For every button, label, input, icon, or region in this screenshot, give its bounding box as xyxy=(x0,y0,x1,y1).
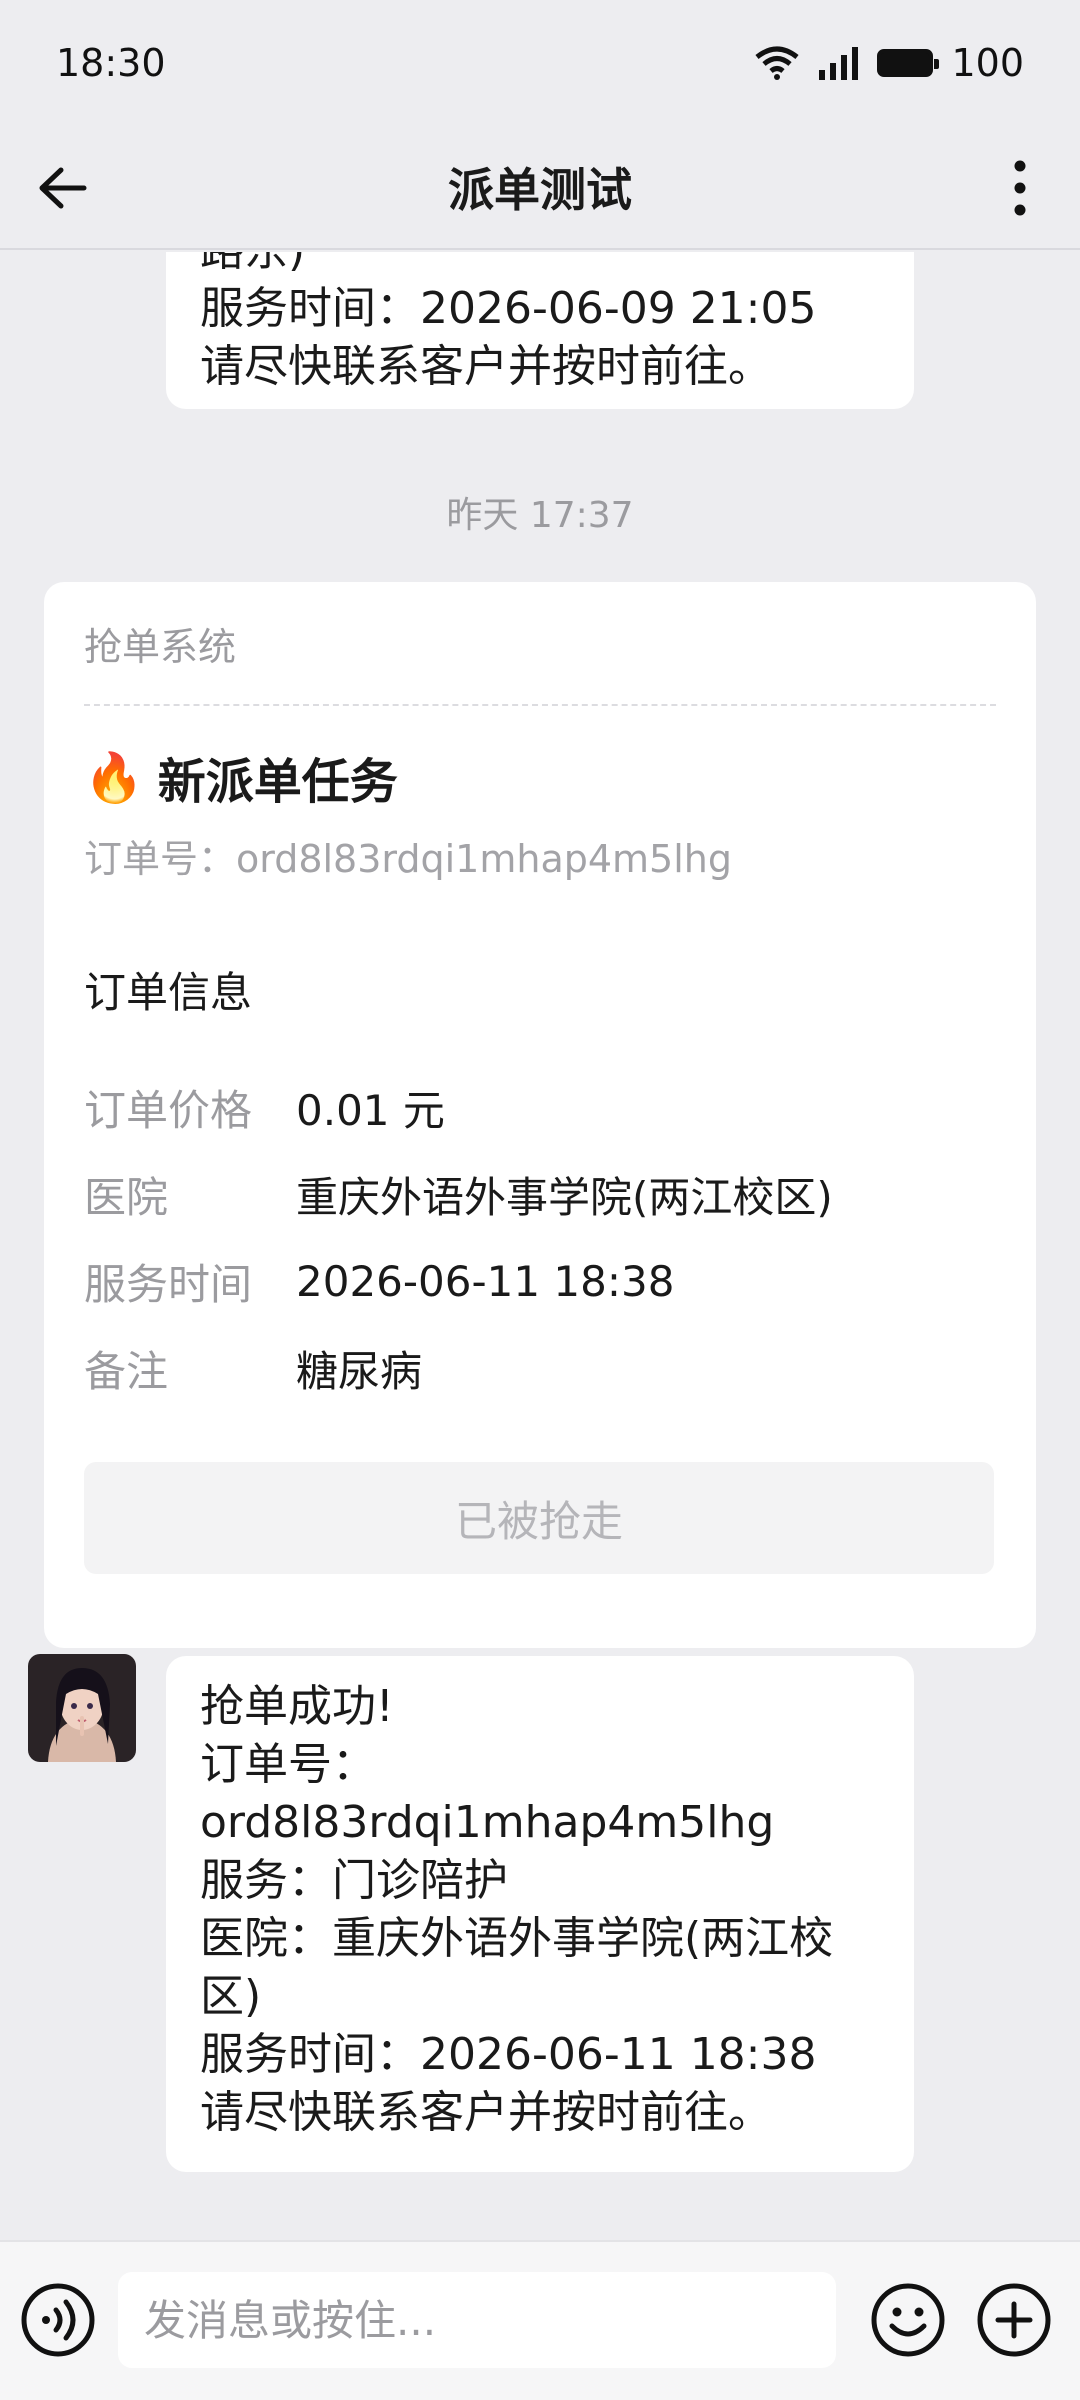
order-info-list: 订单价格 0.01 元 医院 重庆外语外事学院(两江校区) 服务时间 2026-… xyxy=(84,1064,996,1412)
info-key: 医院 xyxy=(84,1173,169,1222)
card-source: 抢单系统 xyxy=(84,582,996,706)
info-value: 0.01 元 xyxy=(296,1086,445,1135)
more-button[interactable] xyxy=(988,156,1052,220)
info-row-remark: 备注 糖尿病 xyxy=(84,1325,996,1412)
info-key: 订单价格 xyxy=(84,1086,253,1135)
input-bar xyxy=(0,2240,1080,2400)
message-input[interactable] xyxy=(118,2272,836,2368)
info-value: 重庆外语外事学院(两江校区) xyxy=(296,1173,833,1222)
info-row-hospital: 医院 重庆外语外事学院(两江校区) xyxy=(84,1151,996,1238)
status-icons: 100 xyxy=(755,41,1024,85)
status-time: 18:30 xyxy=(56,41,166,85)
emoji-icon xyxy=(871,2283,945,2357)
message-line: 请尽快联系客户并按时前往。 xyxy=(200,2087,772,2138)
card-title: 🔥 新派单任务 xyxy=(84,742,996,812)
nav-bar: 派单测试 xyxy=(0,126,1080,250)
message-line: ord8l83rdqi1mhap4m5lhg xyxy=(200,1797,775,1848)
battery-icon xyxy=(877,49,940,77)
message-line: 服务：门诊陪护 xyxy=(200,1855,508,1906)
avatar[interactable] xyxy=(28,1654,136,1762)
more-vertical-icon xyxy=(1014,160,1026,216)
message-bubble-previous[interactable]: 路东) 服务时间：2026-06-09 21:05 请尽快联系客户并按时前往。 xyxy=(166,252,914,409)
info-row-price: 订单价格 0.01 元 xyxy=(84,1064,996,1151)
info-key: 备注 xyxy=(84,1347,169,1396)
card-title-text: 新派单任务 xyxy=(157,754,398,810)
message-timestamp: 昨天 17:37 xyxy=(446,495,634,536)
order-number: 订单号：ord8l83rdqi1mhap4m5lhg xyxy=(84,837,732,881)
info-value: 糖尿病 xyxy=(296,1347,423,1396)
message-line: 抢单成功! xyxy=(200,1681,394,1732)
status-bar: 18:30 100 xyxy=(0,0,1080,126)
fire-icon: 🔥 xyxy=(84,749,144,806)
wifi-icon xyxy=(755,46,800,80)
info-row-service-time: 服务时间 2026-06-11 18:38 xyxy=(84,1238,996,1325)
info-key: 服务时间 xyxy=(84,1260,253,1309)
message-line: 路东) xyxy=(200,252,880,280)
back-arrow-icon xyxy=(39,167,87,209)
info-value: 2026-06-11 18:38 xyxy=(296,1257,675,1306)
message-line: 服务时间：2026-06-11 18:38 xyxy=(200,2029,817,2080)
voice-icon xyxy=(21,2283,95,2357)
message-line: 区) xyxy=(200,1971,262,2022)
battery-level: 100 xyxy=(951,41,1024,85)
message-bubble-success[interactable]: 抢单成功! 订单号： ord8l83rdqi1mhap4m5lhg 服务：门诊陪… xyxy=(166,1656,914,2172)
grab-order-button[interactable]: 已被抢走 xyxy=(84,1462,994,1574)
message-line: 订单号： xyxy=(200,1739,376,1790)
order-card[interactable]: 抢单系统 🔥 新派单任务 订单号：ord8l83rdqi1mhap4m5lhg … xyxy=(44,582,1036,1648)
message-line: 医院：重庆外语外事学院(两江校 xyxy=(200,1913,834,1964)
message-line: 请尽快联系客户并按时前往。 xyxy=(200,341,772,392)
page-title: 派单测试 xyxy=(448,163,632,217)
signal-icon xyxy=(819,47,859,80)
emoji-button[interactable] xyxy=(870,2282,946,2358)
chat-area[interactable]: 路东) 服务时间：2026-06-09 21:05 请尽快联系客户并按时前往。 … xyxy=(0,252,1080,2240)
message-line: 服务时间：2026-06-09 21:05 xyxy=(200,283,817,334)
plus-button[interactable] xyxy=(976,2282,1052,2358)
back-button[interactable] xyxy=(30,156,94,220)
plus-icon xyxy=(977,2283,1051,2357)
order-info-title: 订单信息 xyxy=(84,968,253,1017)
voice-button[interactable] xyxy=(20,2282,96,2358)
avatar-image xyxy=(28,1654,136,1762)
